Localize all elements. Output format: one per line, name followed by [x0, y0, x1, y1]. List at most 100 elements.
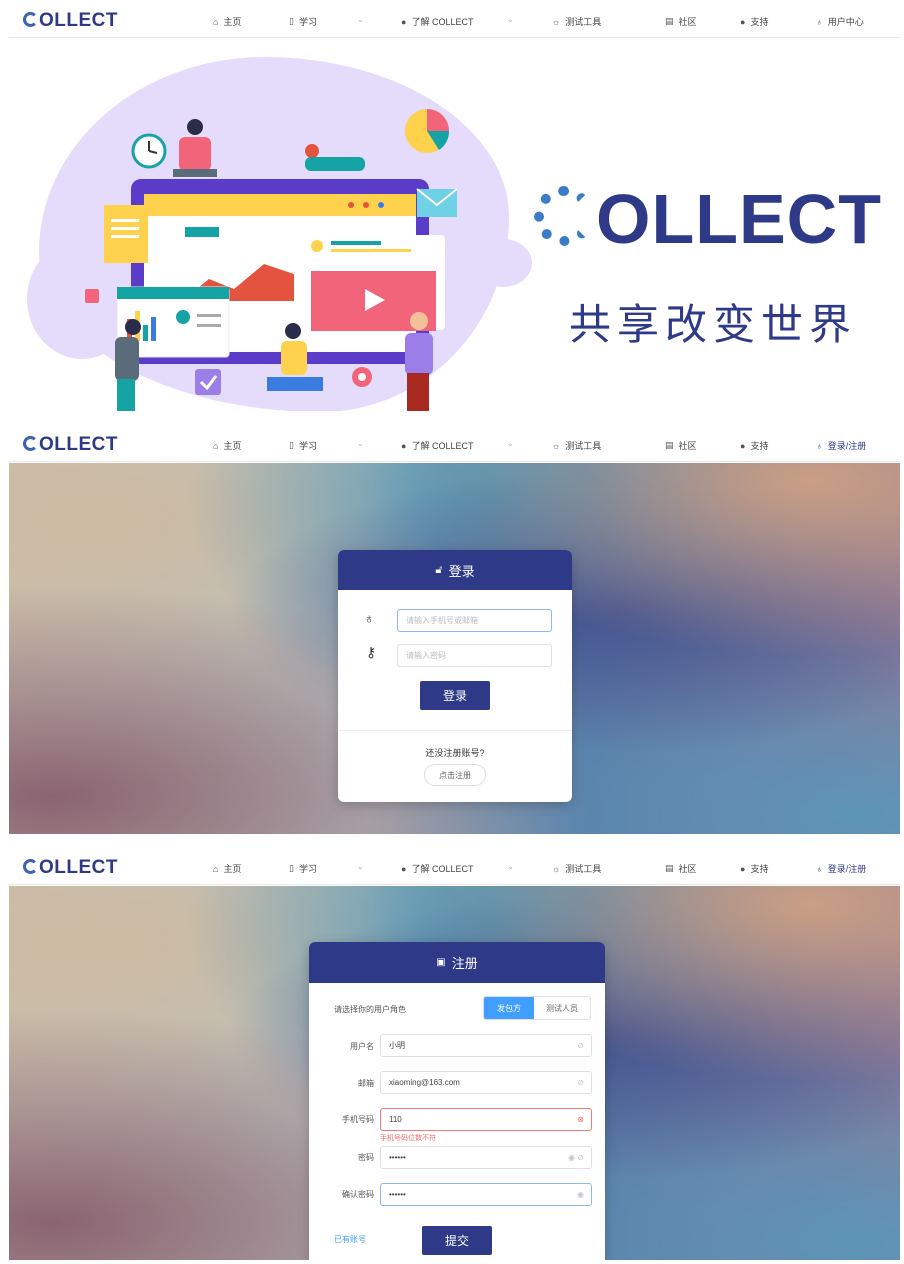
- nav-login-register-label: 登录/注册: [827, 441, 867, 451]
- eye-icon[interactable]: ◉: [577, 1190, 584, 1199]
- nav-community[interactable]: ▤ 社区: [665, 439, 697, 452]
- submit-button[interactable]: 提交: [422, 1226, 492, 1255]
- bulb-icon: ●: [740, 16, 746, 27]
- logo[interactable]: OLLECT: [23, 10, 118, 32]
- help-icon: ●: [401, 16, 407, 27]
- nav-tools[interactable]: ☼ 测试工具: [552, 15, 601, 28]
- gear-icon: ☼: [552, 440, 561, 451]
- help-icon: ●: [401, 863, 407, 874]
- field-label: 邮箱: [358, 1079, 374, 1088]
- chevron-down-icon[interactable]: ⌄: [507, 15, 514, 24]
- nav-about[interactable]: ● 了解 COLLECT: [401, 439, 473, 452]
- nav-tools-label: 测试工具: [565, 17, 602, 27]
- user-icon: ♁: [816, 863, 823, 874]
- top-nav: OLLECT ⌂ 主页 ▯ 学习 ⌄ ● 了解 COLLECT ⌄ ☼ 测试工具 ▤ 社区…: [9, 851, 900, 885]
- role-prompt: 请选择你的用户角色: [334, 1005, 406, 1014]
- username-input[interactable]: 小明 ⊘: [380, 1034, 592, 1057]
- nav-tools-label: 测试工具: [565, 864, 602, 874]
- register-title: 注册: [451, 956, 478, 971]
- nav-about-label: 了解 COLLECT: [411, 17, 474, 27]
- hero-brand-text: OLLECT: [596, 180, 882, 258]
- nav-home[interactable]: ⌂ 主页: [213, 862, 241, 875]
- nav-learn-label: 学习: [298, 17, 317, 27]
- eye-icon[interactable]: ◉ ⊘: [568, 1153, 584, 1162]
- login-title: 登录: [448, 563, 475, 579]
- chevron-down-icon[interactable]: ⌄: [507, 439, 514, 448]
- confirm-password-input[interactable]: •••••• ◉: [380, 1183, 592, 1206]
- chevron-down-icon[interactable]: ⌄: [357, 15, 364, 24]
- nav-learn[interactable]: ▯ 学习: [289, 15, 317, 28]
- nav-community[interactable]: ▤ 社区: [665, 862, 697, 875]
- nav-home-label: 主页: [223, 441, 242, 451]
- nav-tools[interactable]: ☼ 测试工具: [552, 862, 601, 875]
- password-input[interactable]: 请输入密码: [397, 644, 552, 667]
- check-circle-icon: ⊘: [577, 1078, 584, 1087]
- nav-home[interactable]: ⌂ 主页: [213, 15, 241, 28]
- register-button[interactable]: 点击注册: [424, 764, 486, 786]
- nav-tools[interactable]: ☼ 测试工具: [552, 439, 601, 452]
- home-icon: ⌂: [213, 16, 219, 27]
- login-card-header: 🔓︎ 登录: [338, 550, 572, 590]
- have-account-link[interactable]: 已有账号: [334, 1234, 366, 1245]
- nav-support[interactable]: ● 支持: [740, 862, 768, 875]
- hero-blob-right: [474, 239, 532, 287]
- username-input[interactable]: 请输入手机号或邮箱: [397, 609, 552, 632]
- field-label: 密码: [358, 1153, 374, 1162]
- chevron-down-icon[interactable]: ⌄: [357, 439, 364, 448]
- divider: [338, 730, 572, 731]
- logo-c-icon: [23, 436, 38, 451]
- nav-learn[interactable]: ▯ 学习: [289, 439, 317, 452]
- user-icon: ♁: [364, 610, 375, 626]
- email-input[interactable]: xiaoming@163.com ⊘: [380, 1071, 592, 1094]
- register-card-header: ▣ 注册: [309, 942, 605, 983]
- hero-illustration: [85, 109, 458, 411]
- nav-support[interactable]: ● 支持: [740, 439, 768, 452]
- error-circle-icon: ⊗: [577, 1115, 584, 1124]
- register-card: ▣ 注册 请选择你的用户角色 发包方 测试人员 用户名 小明 ⊘ 邮箱 xiaom…: [309, 942, 605, 1260]
- home-panel: OLLECT ⌂ 主页 ▯ 学习 ⌄ ● 了解 COLLECT ⌄ ☼ 测试工具 ▤ 社区…: [9, 4, 900, 411]
- nav-about[interactable]: ● 了解 COLLECT: [401, 862, 473, 875]
- building-icon: ▤: [665, 863, 674, 873]
- top-nav: OLLECT ⌂ 主页 ▯ 学习 ⌄ ● 了解 COLLECT ⌄ ☼ 测试工具 ▤ 社区…: [9, 4, 900, 38]
- logo[interactable]: OLLECT: [23, 434, 118, 456]
- nav-login-register[interactable]: ♁ 登录/注册: [816, 862, 866, 875]
- logo-text: OLLECT: [39, 857, 118, 878]
- nav-about-label: 了解 COLLECT: [411, 864, 474, 874]
- logo-c-icon: [23, 12, 38, 27]
- hero-banner: OLLECT 共享改变世界: [9, 39, 900, 411]
- login-card: 🔓︎ 登录 ♁ 请输入手机号或邮箱 ⚷ 请输入密码 登录 还没注册账号? 点击注…: [338, 550, 572, 802]
- password-placeholder: 请输入密码: [406, 651, 446, 660]
- lock-icon: 🔓︎: [435, 563, 443, 576]
- nav-home[interactable]: ⌂ 主页: [213, 439, 241, 452]
- logo[interactable]: OLLECT: [23, 857, 118, 879]
- nav-user-center[interactable]: ♁ 用户中心: [816, 15, 864, 28]
- no-account-text: 还没注册账号?: [425, 748, 485, 758]
- help-icon: ●: [401, 440, 407, 451]
- nav-about[interactable]: ● 了解 COLLECT: [401, 15, 473, 28]
- email-value: xiaoming@163.com: [389, 1078, 460, 1087]
- nav-learn[interactable]: ▯ 学习: [289, 862, 317, 875]
- role-option-tester[interactable]: 测试人员: [534, 997, 590, 1019]
- chevron-down-icon[interactable]: ⌄: [357, 862, 364, 871]
- phone-value: 110: [389, 1115, 402, 1124]
- nav-login-register[interactable]: ♁ 登录/注册: [816, 439, 866, 452]
- hero-logo: OLLECT: [534, 179, 882, 259]
- logo-c-icon: [23, 859, 38, 874]
- nav-community-label: 社区: [678, 864, 697, 874]
- nav-support[interactable]: ● 支持: [740, 15, 768, 28]
- phone-input[interactable]: 110 ⊗: [380, 1108, 592, 1131]
- logo-c-icon: [534, 186, 594, 246]
- nav-community[interactable]: ▤ 社区: [665, 15, 697, 28]
- login-panel: OLLECT ⌂ 主页 ▯ 学习 ⌄ ● 了解 COLLECT ⌄ ☼ 测试工具 ▤ 社区…: [9, 428, 900, 834]
- nav-learn-label: 学习: [298, 864, 317, 874]
- book-icon: ▯: [289, 863, 294, 873]
- login-button[interactable]: 登录: [420, 681, 490, 710]
- chevron-down-icon[interactable]: ⌄: [507, 862, 514, 871]
- nav-about-label: 了解 COLLECT: [411, 441, 474, 451]
- role-option-client[interactable]: 发包方: [484, 997, 534, 1019]
- nav-home-label: 主页: [223, 17, 242, 27]
- book-icon: ▯: [289, 440, 294, 450]
- field-label: 手机号码: [342, 1115, 374, 1124]
- password-input[interactable]: •••••• ◉ ⊘: [380, 1146, 592, 1169]
- username-row: ♁: [364, 610, 386, 626]
